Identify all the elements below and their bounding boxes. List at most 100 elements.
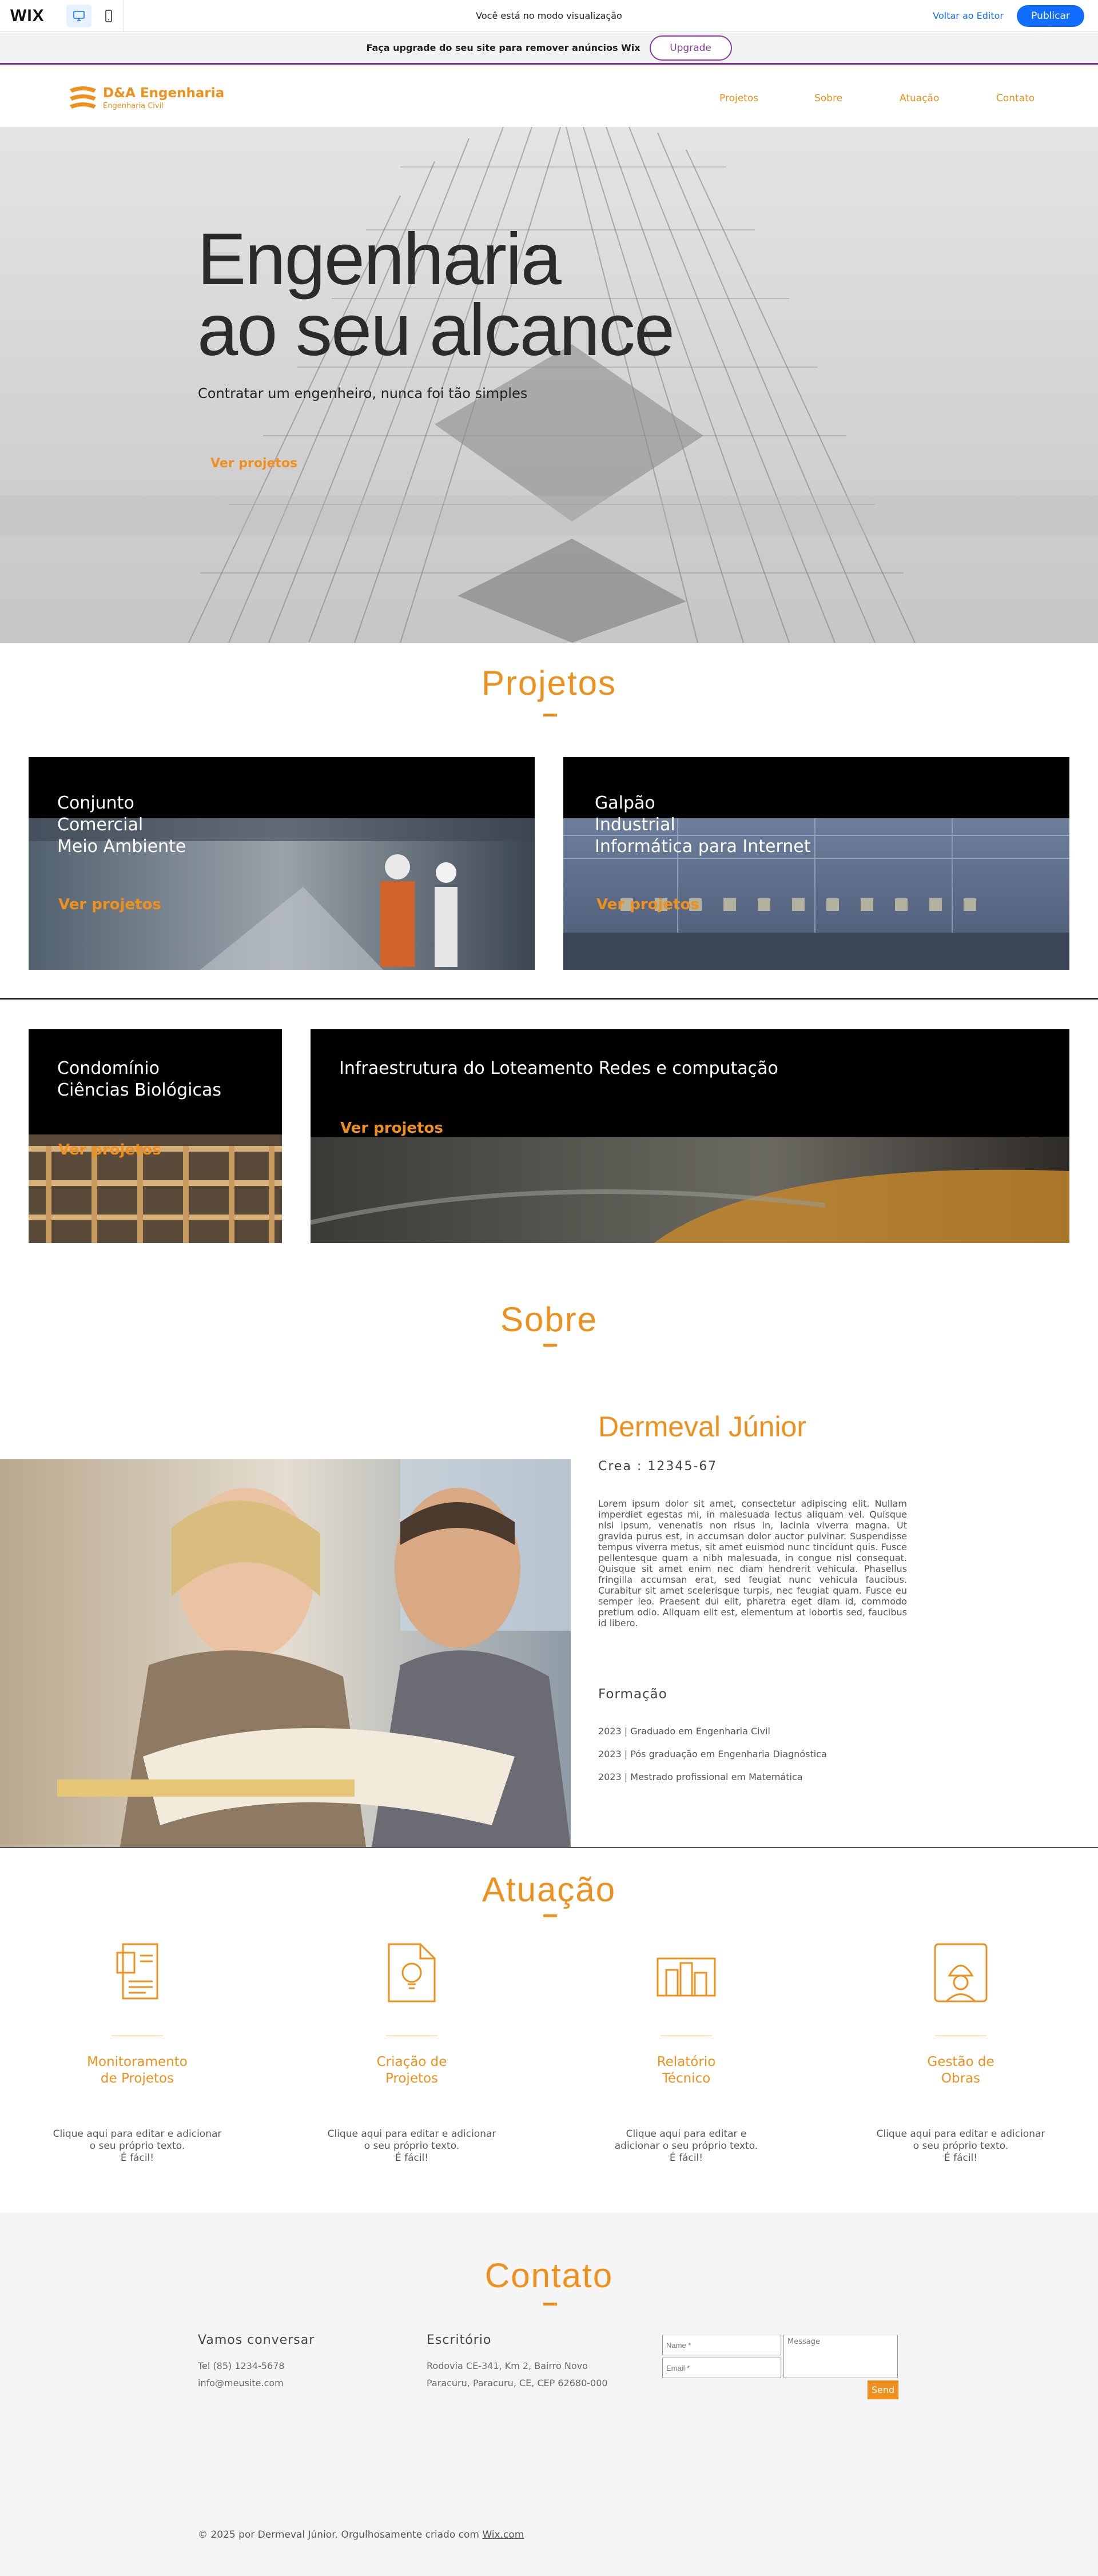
project-title-line: Galpão — [595, 793, 655, 813]
service-desc-line: É fácil! — [120, 2152, 154, 2164]
engineer-blueprint-icon — [934, 1943, 988, 2002]
section-divider — [0, 1847, 1098, 1848]
project-title-line: Comercial — [57, 815, 144, 835]
publish-button[interactable]: Publicar — [1017, 5, 1084, 27]
site-header: D&A Engenharia Engenharia Civil Projetos… — [0, 66, 1098, 127]
service-description: Clique aqui para editar e adicionar o se… — [43, 2128, 232, 2164]
upgrade-button[interactable]: Upgrade — [649, 35, 732, 61]
formation-title: Formação — [598, 1687, 667, 1702]
nav-projetos[interactable]: Projetos — [719, 93, 758, 104]
service-title-line: Monitoramento — [87, 2055, 188, 2069]
project-card[interactable]: Galpão Industrial Informática para Inter… — [563, 757, 1069, 970]
project-title-line: Condomínio — [57, 1058, 160, 1078]
service-desc-line: adicionar o seu próprio texto. — [614, 2140, 758, 2152]
service-desc-line: É fácil! — [669, 2152, 703, 2164]
service-desc-line: Clique aqui para editar e adicionar — [53, 2128, 222, 2140]
idea-document-icon — [388, 1943, 436, 2002]
service-desc-line: É fácil! — [944, 2152, 978, 2164]
service-description: Clique aqui para editar e adicionar o se… — [592, 2128, 781, 2164]
project-title-line: Infraestrutura do Loteamento Redes e com… — [339, 1058, 778, 1078]
nav-atuacao[interactable]: Atuação — [900, 93, 939, 104]
hero-section: Engenharia ao seu alcance Contratar um e… — [0, 127, 1098, 643]
back-to-editor-link[interactable]: Voltar ao Editor — [933, 10, 1004, 21]
phone-text: Tel (85) 1234-5678 — [198, 2360, 285, 2371]
email-link[interactable]: info@meusite.com — [198, 2375, 285, 2392]
hero-subtitle: Contratar um engenheiro, nunca foi tão s… — [198, 385, 528, 401]
contact-col-title: Vamos conversar — [198, 2333, 315, 2347]
service-title-line: de Projetos — [100, 2071, 174, 2086]
project-card[interactable]: Conjunto Comercial Meio Ambiente Ver pro… — [29, 757, 535, 970]
project-title-line: Conjunto — [57, 793, 134, 813]
service-title-line: Relatório — [657, 2055, 716, 2069]
service-title: Relatório Técnico — [600, 2054, 772, 2087]
service-description: Clique aqui para editar e adicionar o se… — [317, 2128, 506, 2164]
contact-title-underline — [543, 2303, 557, 2306]
service-title-line: Projetos — [385, 2071, 439, 2086]
hero-cta-link[interactable]: Ver projetos — [210, 456, 297, 471]
office-address: Rodovia CE-341, Km 2, Bairro Novo Paracu… — [427, 2358, 608, 2392]
brand-subtitle: Engenharia Civil — [103, 102, 164, 110]
service-desc-line: o seu próprio texto. — [89, 2140, 185, 2152]
project-title-line: Meio Ambiente — [57, 837, 186, 857]
project-title-line: Ciências Biológicas — [57, 1080, 221, 1100]
project-title: Galpão Industrial Informática para Inter… — [595, 793, 811, 858]
project-title: Conjunto Comercial Meio Ambiente — [57, 793, 186, 858]
message-textarea[interactable] — [783, 2335, 898, 2378]
upgrade-text: Faça upgrade do seu site para remover an… — [366, 42, 640, 53]
building-plan-icon — [657, 1957, 716, 1997]
service-desc-line: o seu próprio texto. — [913, 2140, 1009, 2152]
projects-title: Projetos — [481, 664, 617, 702]
about-photo — [0, 1459, 571, 1847]
formation-item: 2023 | Graduado em Engenharia Civil — [598, 1726, 770, 1737]
project-title: Condomínio Ciências Biológicas — [57, 1058, 221, 1101]
project-card[interactable]: Infraestrutura do Loteamento Redes e com… — [311, 1029, 1069, 1243]
service-title-line: Técnico — [662, 2071, 711, 2086]
about-title: Sobre — [500, 1300, 598, 1339]
about-title-underline — [543, 1344, 557, 1347]
service-title-line: Gestão de — [927, 2055, 994, 2069]
project-title: Infraestrutura do Loteamento Redes e com… — [339, 1058, 778, 1080]
address-line: Paracuru, Paracuru, CE, CEP 62680-000 — [427, 2378, 608, 2388]
brand-name[interactable]: D&A Engenharia — [103, 86, 224, 101]
upgrade-banner: Faça upgrade do seu site para remover an… — [0, 33, 1098, 65]
service-desc-line: É fácil! — [395, 2152, 429, 2164]
wix-preview-bar: WIX Você está no modo visualização Volta… — [0, 0, 1098, 32]
address-line: Rodovia CE-341, Km 2, Bairro Novo — [427, 2360, 588, 2371]
send-button[interactable]: Send — [868, 2380, 898, 2399]
service-title: Monitoramento de Projetos — [51, 2054, 223, 2087]
logo-icon — [70, 86, 96, 109]
about-crea: Crea : 12345-67 — [598, 1459, 718, 1474]
project-cta-link[interactable]: Ver projetos — [340, 1120, 443, 1137]
service-title-line: Criação de — [376, 2055, 447, 2069]
project-cta-link[interactable]: Ver projetos — [58, 1141, 161, 1158]
contact-section: Contato Vamos conversar Tel (85) 1234-56… — [0, 2213, 1098, 2576]
contact-title: Contato — [484, 2256, 614, 2295]
report-icon — [116, 1943, 158, 2000]
contact-info: Tel (85) 1234-5678 info@meusite.com — [198, 2358, 285, 2392]
hero-title: Engenharia ao seu alcance — [197, 218, 675, 371]
email-input[interactable] — [662, 2358, 781, 2378]
project-photo — [311, 1137, 1069, 1243]
name-input[interactable] — [662, 2335, 781, 2355]
footer-text: © 2025 por Dermeval Júnior. Orgulhosamen… — [198, 2529, 524, 2541]
formation-item: 2023 | Mestrado profissional em Matemáti… — [598, 1771, 803, 1782]
service-description: Clique aqui para editar e adicionar o se… — [866, 2128, 1055, 2164]
about-name: Dermeval Júnior — [598, 1411, 807, 1443]
project-cta-link[interactable]: Ver projetos — [596, 896, 699, 913]
service-desc-line: Clique aqui para editar e adicionar — [327, 2128, 496, 2140]
hero-title-line1: Engenharia — [197, 218, 562, 300]
office-col-title: Escritório — [427, 2333, 492, 2347]
hero-title-line2: ao seu alcance — [197, 289, 675, 371]
service-desc-line: Clique aqui para editar e adicionar — [876, 2128, 1045, 2140]
formation-item: 2023 | Pós graduação em Engenharia Diagn… — [598, 1749, 827, 1759]
project-cta-link[interactable]: Ver projetos — [58, 896, 161, 913]
wix-link[interactable]: Wix.com — [482, 2529, 524, 2541]
project-title-line: Informática para Internet — [595, 837, 811, 857]
hero-background-image — [0, 127, 1098, 643]
section-divider — [0, 998, 1098, 1000]
nav-sobre[interactable]: Sobre — [814, 93, 842, 104]
services-title-underline — [543, 1914, 557, 1917]
project-card[interactable]: Condomínio Ciências Biológicas Ver proje… — [29, 1029, 282, 1243]
nav-contato[interactable]: Contato — [996, 93, 1035, 104]
services-title: Atuação — [482, 1870, 616, 1909]
